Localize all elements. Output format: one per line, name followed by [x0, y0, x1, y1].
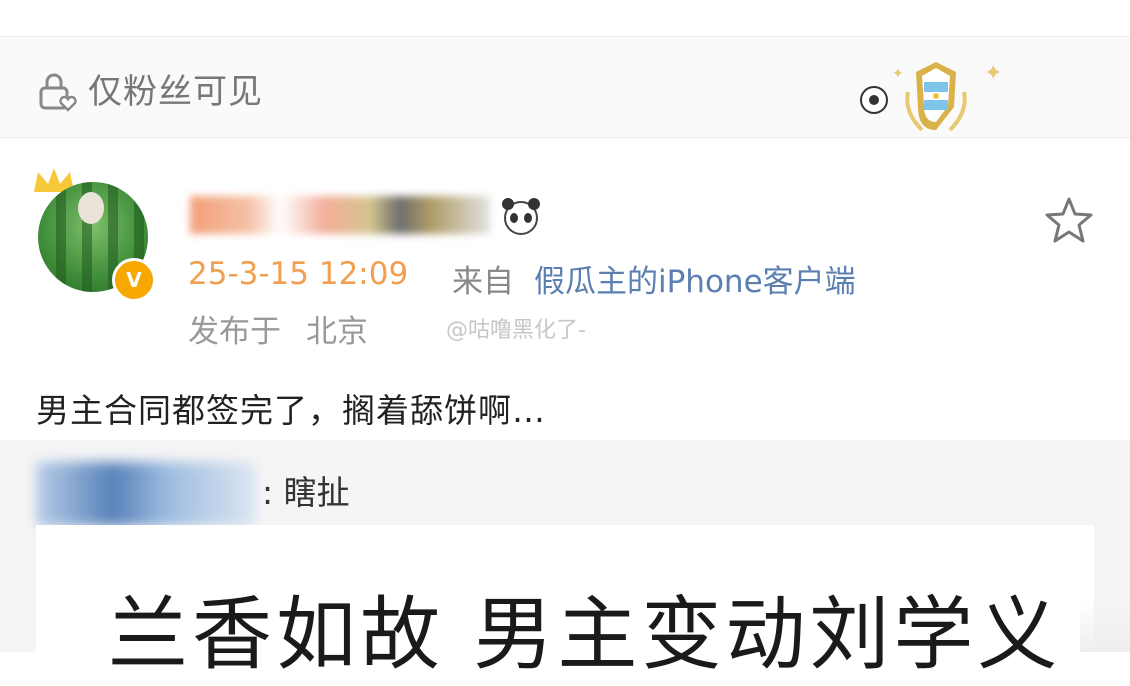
client-link[interactable]: 假瓜主的iPhone客户端	[534, 256, 856, 301]
watermark: @咕噜黑化了-	[446, 318, 586, 343]
top-divider	[0, 0, 1130, 37]
star-outline-icon[interactable]	[1042, 194, 1096, 248]
repost-text: : 瞎扯	[262, 473, 350, 512]
svg-text:✦: ✦	[984, 61, 1002, 86]
location-label: 发布于	[188, 314, 281, 350]
corner-watermark	[1080, 600, 1130, 652]
verified-v-icon: V	[112, 258, 156, 302]
repost-author-blurred[interactable]	[36, 462, 256, 526]
visibility-label: 仅粉丝可见	[88, 72, 263, 112]
username-blurred[interactable]	[190, 196, 490, 234]
svg-text:✦: ✦	[892, 66, 904, 82]
argentina-shield-badge-icon: ✦ ✦	[860, 61, 1002, 132]
post-time: 25-3-15 12:09	[188, 256, 409, 292]
post-content: 男主合同都签完了，搁着舔饼啊…	[36, 391, 546, 430]
repost-image-title: 兰香如故 男主变动刘学义	[108, 588, 1062, 681]
panda-icon	[502, 198, 540, 235]
lock-heart-icon	[39, 73, 77, 112]
from-label: 来自	[452, 264, 514, 300]
location: 北京	[306, 314, 368, 350]
